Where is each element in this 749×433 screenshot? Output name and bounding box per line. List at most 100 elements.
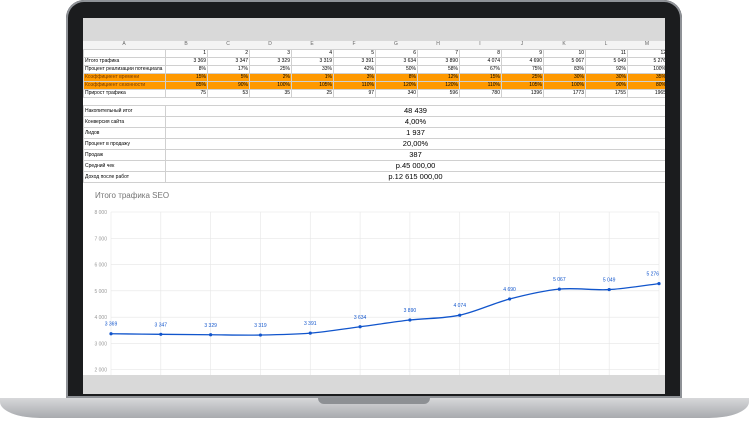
cell[interactable]: 67% (459, 65, 502, 74)
cell[interactable]: 1755 (585, 89, 628, 98)
cell[interactable]: 8% (375, 73, 418, 82)
row-label[interactable]: Прирост трафика (83, 89, 166, 98)
cell[interactable]: 15% (165, 73, 208, 82)
column-letter[interactable]: M (627, 41, 665, 47)
data-point[interactable] (657, 282, 661, 286)
summary-label[interactable]: Накопительный итог (83, 105, 166, 117)
row-label[interactable] (83, 49, 166, 58)
summary-value[interactable]: р.12 615 000,00 (165, 171, 665, 183)
cell[interactable]: 5% (207, 73, 250, 82)
summary-value[interactable]: 20,00% (165, 138, 665, 150)
column-letter[interactable]: F (333, 41, 375, 47)
cell[interactable]: 5 067 (543, 57, 586, 66)
cell[interactable]: 1773 (543, 89, 586, 98)
cell[interactable]: 25% (501, 73, 544, 82)
cell[interactable]: 85% (165, 81, 208, 90)
cell[interactable]: 15% (459, 73, 502, 82)
summary-value[interactable]: 1 937 (165, 127, 665, 139)
summary-label[interactable]: Доход после работ (83, 171, 166, 183)
cell[interactable]: 90% (585, 81, 628, 90)
cell[interactable]: 120% (417, 81, 460, 90)
cell[interactable]: 100% (627, 65, 665, 74)
cell[interactable]: 75% (501, 65, 544, 74)
cell[interactable]: 92% (585, 65, 628, 74)
column-letter[interactable]: C (207, 41, 249, 47)
cell[interactable]: 17% (207, 65, 250, 74)
column-letter[interactable]: K (543, 41, 585, 47)
cell[interactable]: 4 (291, 49, 334, 58)
cell[interactable]: 12 (627, 49, 665, 58)
cell[interactable]: 100% (543, 81, 586, 90)
cell[interactable]: 8% (165, 65, 208, 74)
data-point[interactable] (258, 333, 263, 337)
cell[interactable]: 90% (207, 81, 250, 90)
summary-label[interactable]: Продаж (83, 149, 166, 161)
cell[interactable]: 3% (333, 73, 376, 82)
cell[interactable]: 80% (627, 81, 665, 90)
data-point[interactable] (308, 331, 312, 335)
cell[interactable]: 4 074 (459, 57, 502, 66)
data-point[interactable] (557, 287, 561, 291)
cell[interactable]: 6 (375, 49, 418, 58)
summary-value[interactable]: 4,00% (165, 116, 665, 128)
column-letter[interactable]: D (249, 41, 291, 47)
summary-value[interactable]: 387 (165, 149, 665, 161)
cell[interactable]: 1 (165, 49, 208, 58)
column-letter[interactable]: L (585, 41, 627, 47)
data-point[interactable] (607, 287, 611, 292)
data-point[interactable] (109, 332, 113, 336)
column-letter[interactable]: H (417, 41, 459, 47)
cell[interactable]: 4 690 (501, 57, 544, 66)
cell[interactable]: 5 276 (627, 57, 665, 66)
cell[interactable]: 10 (543, 49, 586, 58)
cell[interactable]: 5 049 (585, 57, 628, 66)
cell[interactable]: 3 369 (165, 57, 208, 66)
row-label[interactable]: Коэффициент сезонности (83, 81, 166, 90)
data-point[interactable] (358, 325, 362, 329)
column-letter[interactable]: G (375, 41, 417, 47)
cell[interactable]: 97 (333, 89, 376, 98)
column-letter[interactable]: J (501, 41, 543, 47)
cell[interactable]: 3 634 (375, 57, 418, 66)
data-point[interactable] (507, 297, 512, 301)
cell[interactable]: 110% (333, 81, 376, 90)
summary-value[interactable]: р.45 000,00 (165, 160, 665, 172)
cell[interactable]: 100% (249, 81, 292, 90)
cell[interactable]: 35 (249, 89, 292, 98)
cell[interactable]: 30% (543, 73, 586, 82)
column-letter[interactable]: B (165, 41, 207, 47)
cell[interactable]: 110% (459, 81, 502, 90)
cell[interactable]: 120% (375, 81, 418, 90)
cell[interactable]: 33% (291, 65, 334, 74)
cell[interactable]: 3 329 (249, 57, 292, 66)
cell[interactable]: 9 (501, 49, 544, 58)
data-point[interactable] (408, 318, 412, 322)
cell[interactable]: 50% (375, 65, 418, 74)
cell[interactable]: 1% (291, 73, 334, 82)
cell[interactable]: 11 (585, 49, 628, 58)
cell[interactable]: 105% (291, 81, 334, 90)
cell[interactable]: 3 890 (417, 57, 460, 66)
data-point[interactable] (458, 313, 462, 317)
cell[interactable]: 7 (417, 49, 460, 58)
cell[interactable]: 340 (375, 89, 418, 98)
cell[interactable]: 53 (207, 89, 250, 98)
cell[interactable]: 596 (417, 89, 460, 98)
summary-value[interactable]: 48 439 (165, 105, 665, 117)
summary-label[interactable]: Процент в продажу (83, 138, 166, 150)
cell[interactable]: 35% (627, 73, 665, 82)
cell[interactable]: 8 (459, 49, 502, 58)
summary-label[interactable]: Средний чек (83, 160, 166, 172)
cell[interactable]: 75 (165, 89, 208, 98)
cell[interactable]: 5 (333, 49, 376, 58)
row-label[interactable]: Процент реализации потенциала (83, 65, 166, 74)
cell[interactable]: 58% (417, 65, 460, 74)
cell[interactable]: 25 (291, 89, 334, 98)
data-point[interactable] (159, 332, 163, 336)
column-letter[interactable]: I (459, 41, 501, 47)
summary-label[interactable]: Лидов (83, 127, 166, 139)
cell[interactable]: 3 319 (291, 57, 334, 66)
column-letter[interactable]: A (83, 41, 165, 47)
cell[interactable]: 3 391 (333, 57, 376, 66)
cell[interactable]: 3 347 (207, 57, 250, 66)
